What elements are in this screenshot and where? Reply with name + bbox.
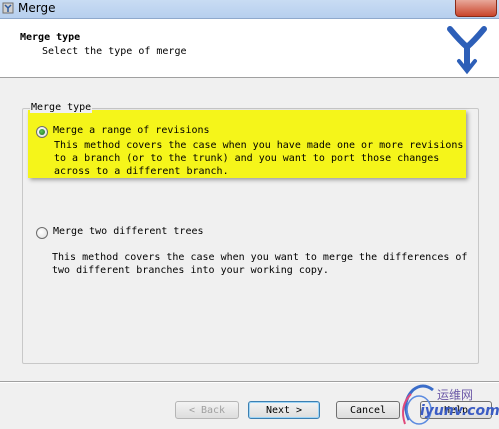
wizard-header: Merge type Select the type of merge: [0, 19, 499, 78]
group-legend: Merge type: [30, 102, 93, 113]
close-button[interactable]: [455, 0, 497, 17]
merge-range-description: This method covers the case when you hav…: [54, 140, 464, 177]
next-button[interactable]: Next >: [248, 401, 320, 419]
cancel-button[interactable]: Cancel: [336, 401, 400, 419]
back-button[interactable]: < Back: [175, 401, 239, 419]
page-subtitle: Select the type of merge: [42, 46, 187, 57]
app-icon: [2, 2, 14, 14]
merge-trees-radio[interactable]: [36, 227, 48, 239]
watermark-url: iyunv.com: [420, 403, 499, 419]
merge-range-radio[interactable]: [36, 126, 48, 138]
page-title: Merge type: [20, 32, 81, 43]
merge-range-label[interactable]: Merge a range of revisions: [53, 125, 210, 136]
watermark-text: 运维网: [437, 388, 474, 402]
title-bar: Merge: [0, 0, 499, 19]
window-title: Merge: [18, 1, 56, 15]
merge-trees-label[interactable]: Merge two different trees: [53, 226, 204, 237]
merge-logo-icon: [447, 26, 487, 75]
merge-trees-description: This method covers the case when you wan…: [52, 252, 468, 276]
